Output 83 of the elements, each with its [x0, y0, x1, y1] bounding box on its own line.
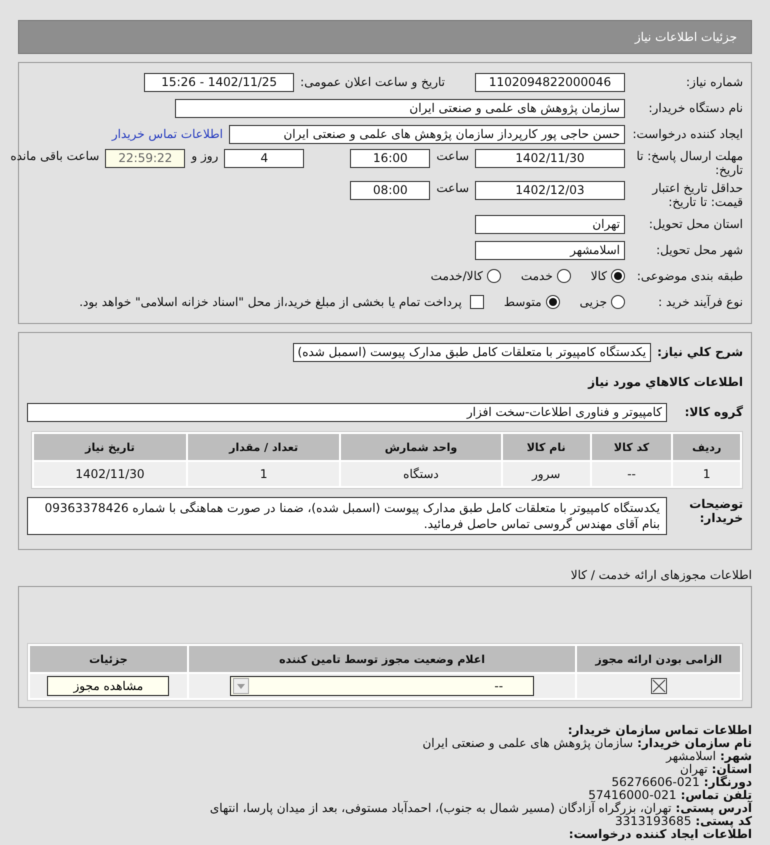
countdown-field[interactable]: 22:59:22 [105, 149, 186, 168]
field-value: سازمان پژوهش های علمی و صنعتی ایران [422, 736, 634, 750]
text-field[interactable]: 1102094822000046 [475, 72, 625, 92]
section-title: اطلاعات کالاهاي مورد نیاز [588, 375, 743, 389]
option-label: کالا/خدمت [430, 269, 483, 283]
field-value: اسلامشهر [666, 749, 716, 763]
column-header: جزئیات [30, 646, 187, 672]
table-cell: 1 [188, 462, 340, 486]
caret-icon [233, 678, 250, 694]
field-label: ساعت باقی مانده [10, 149, 100, 163]
column-header: الزامی بودن ارائه مجوز [577, 646, 740, 672]
summary-box[interactable]: یکدستگاه کامپیوتر با متعلقات کامل طبق مدارک پیوست (اسمبل شده) [292, 342, 652, 362]
field-label: نام دستگاه خریدار: [648, 101, 743, 115]
field-value: تهران [680, 762, 708, 776]
section-title: اطلاعات مجوزهای ارائه خدمت / کالا [570, 568, 752, 582]
text-field[interactable]: حسن حاجی پور کارپرداز سازمان پژوهش های علمی و صنعتی ایران [229, 124, 625, 144]
option-label: کالا [590, 269, 607, 283]
table-cell: سرور [502, 462, 590, 486]
field-label: تاریخ و ساعت اعلان عمومی: [300, 75, 445, 89]
text-field[interactable]: 16:00 [350, 149, 430, 168]
section-title: اطلاعات ایجاد کننده درخواست: [568, 828, 752, 841]
table-cell: 1 [673, 462, 740, 486]
field-label: نام سازمان خریدار: [637, 736, 752, 750]
column-header: کد کالا [592, 434, 672, 460]
dropdown-value: -- [494, 679, 504, 693]
field-value: 021-57416000 [588, 788, 677, 802]
field-label: استان محل تحویل: [648, 217, 743, 231]
field-label: شهر محل تحویل: [655, 243, 743, 257]
field-label: شهر: [720, 749, 752, 763]
field-label: ساعت [436, 149, 469, 163]
field-label: شماره نیاز: [685, 75, 743, 89]
radio-button[interactable] [486, 269, 501, 283]
checkbox[interactable] [470, 295, 484, 309]
column-header: تاریخ نیاز [34, 434, 186, 460]
field-label: نوع فرآیند خرید : [657, 295, 743, 309]
radio-button[interactable] [556, 269, 571, 283]
field-label: مهلت ارسال پاسخ: تا تاریخ: [635, 149, 743, 177]
dropdown-field[interactable]: -- [230, 676, 534, 696]
notes-box[interactable]: یکدستگاه کامپیوتر با متعلقات کامل طبق مدارک پیوست (اسمبل شده)، ضمنا در صورت هماهنگی با شماره 09363378426 بنام آقای مهندس گروسی تماس حاصل فرمائید. [27, 497, 667, 535]
column-header: نام کالا [502, 434, 590, 460]
option-label: پرداخت تمام یا بخشی از مبلغ خرید،از محل "اسناد خزانه اسلامی" خواهد بود. [79, 295, 462, 309]
column-header: واحد شمارش [341, 434, 501, 460]
column-header: اعلام وضعیت مجوز توسط تامین کننده [188, 646, 576, 672]
page-title: جزئیات اطلاعات نیاز [18, 20, 752, 54]
text-field[interactable]: 1402/11/25 - 15:26 [144, 72, 294, 92]
field-label: حداقل تاریخ اعتبار قیمت: تا تاریخ: [650, 181, 743, 209]
text-field[interactable]: 08:00 [350, 181, 430, 200]
column-header: تعداد / مقدار [188, 434, 340, 460]
radio-button[interactable] [546, 295, 560, 309]
field-label: دورنگار: [704, 775, 752, 789]
field-label: روز و [191, 149, 218, 163]
table-cell: دستگاه [341, 462, 501, 486]
field-label: طبقه بندی موضوعی: [636, 269, 743, 283]
text-field[interactable]: تهران [475, 214, 625, 234]
field-value: 3313193685 [614, 814, 692, 828]
field-label: ساعت [436, 181, 469, 195]
text-field[interactable]: 1402/12/03 [475, 181, 625, 200]
field-value: تهران، بزرگراه آزادگان (مسیر شمال به جنوب)، احمدآباد مستوفی، بعد از میدان پارسا، انتهای [210, 801, 672, 815]
column-header: ردیف [673, 434, 740, 460]
view-permit-button[interactable]: مشاهده مجوز [47, 676, 170, 696]
text-field[interactable]: اسلامشهر [475, 240, 625, 260]
text-field[interactable]: 4 [224, 149, 304, 168]
option-label: متوسط [504, 295, 542, 309]
text-field[interactable]: 1402/11/30 [475, 149, 625, 168]
section-title: اطلاعات تماس سازمان خریدار: [566, 724, 752, 737]
option-label: جزیی [580, 295, 607, 309]
text-field[interactable]: سازمان پژوهش های علمی و صنعتی ایران [175, 98, 625, 118]
field-label: تلفن تماس: [680, 788, 752, 802]
table-cell: 1402/11/30 [34, 462, 186, 486]
text-field[interactable]: کامپیوتر و فناوری اطلاعات-سخت افزار [27, 402, 667, 422]
contact-link[interactable]: اطلاعات تماس خریدار [112, 127, 223, 141]
field-label: گروه کالا: [684, 405, 743, 419]
option-label: خدمت [520, 269, 553, 283]
field-label: شرح کلي نیاز: [657, 345, 743, 359]
field-label: آدرس پستی: [676, 801, 752, 815]
field-label: ایجاد کننده درخواست: [631, 127, 743, 141]
radio-button[interactable] [611, 269, 625, 283]
field-label: استان: [712, 762, 752, 776]
table-cell: -- [592, 462, 672, 486]
field-label: توضیحات خریدار: [688, 497, 743, 525]
field-value: 021-56276606 [611, 775, 700, 789]
field-label: کد پستی: [695, 814, 752, 828]
radio-button[interactable] [611, 295, 625, 309]
